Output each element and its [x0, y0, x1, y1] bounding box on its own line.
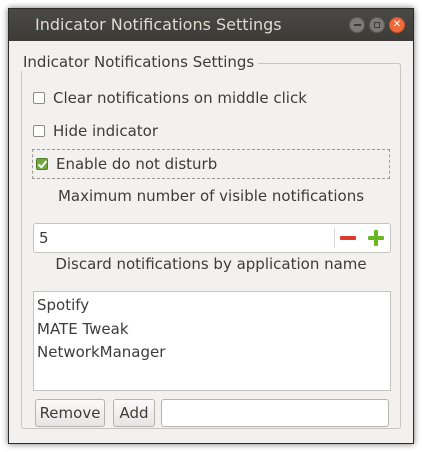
frame-label: Indicator Notifications Settings — [19, 53, 259, 71]
maximize-icon[interactable] — [369, 17, 385, 33]
max-visible-label: Maximum number of visible notifications — [57, 187, 365, 205]
checkbox-label: Hide indicator — [53, 122, 158, 140]
checkbox-box[interactable] — [36, 158, 48, 170]
list-item[interactable]: NetworkManager — [34, 341, 390, 365]
app-name-input[interactable] — [161, 399, 389, 427]
hide-indicator-checkbox[interactable]: Hide indicator — [33, 116, 158, 146]
checkbox-label: Clear notifications on middle click — [53, 89, 307, 107]
list-item[interactable]: Spotify — [34, 294, 390, 318]
plus-icon[interactable] — [368, 230, 384, 246]
checkbox-box[interactable] — [33, 92, 45, 104]
spin-value[interactable]: 5 — [39, 229, 49, 247]
close-icon[interactable]: ✕ — [389, 17, 405, 33]
blacklist-label: Discard notifications by application nam… — [55, 255, 367, 273]
settings-window: Indicator Notifications Settings ✕ Indic… — [8, 8, 414, 444]
minus-icon[interactable] — [340, 236, 356, 240]
max-visible-spinbutton[interactable]: 5 — [33, 223, 391, 253]
checkbox-label: Enable do not disturb — [56, 155, 218, 173]
remove-button[interactable]: Remove — [35, 399, 105, 427]
spin-divider — [334, 228, 335, 248]
app-blacklist[interactable]: Spotify MATE Tweak NetworkManager — [33, 291, 391, 391]
checkbox-box[interactable] — [33, 125, 45, 137]
title-bar[interactable]: Indicator Notifications Settings ✕ — [9, 9, 413, 41]
window-title: Indicator Notifications Settings — [35, 15, 282, 34]
window-controls: ✕ — [349, 17, 405, 33]
clear-on-middle-click-checkbox[interactable]: Clear notifications on middle click — [33, 83, 307, 113]
minimize-icon[interactable] — [349, 17, 365, 33]
list-item[interactable]: MATE Tweak — [34, 318, 390, 342]
do-not-disturb-checkbox[interactable]: Enable do not disturb — [32, 149, 390, 179]
add-button[interactable]: Add — [113, 399, 155, 427]
